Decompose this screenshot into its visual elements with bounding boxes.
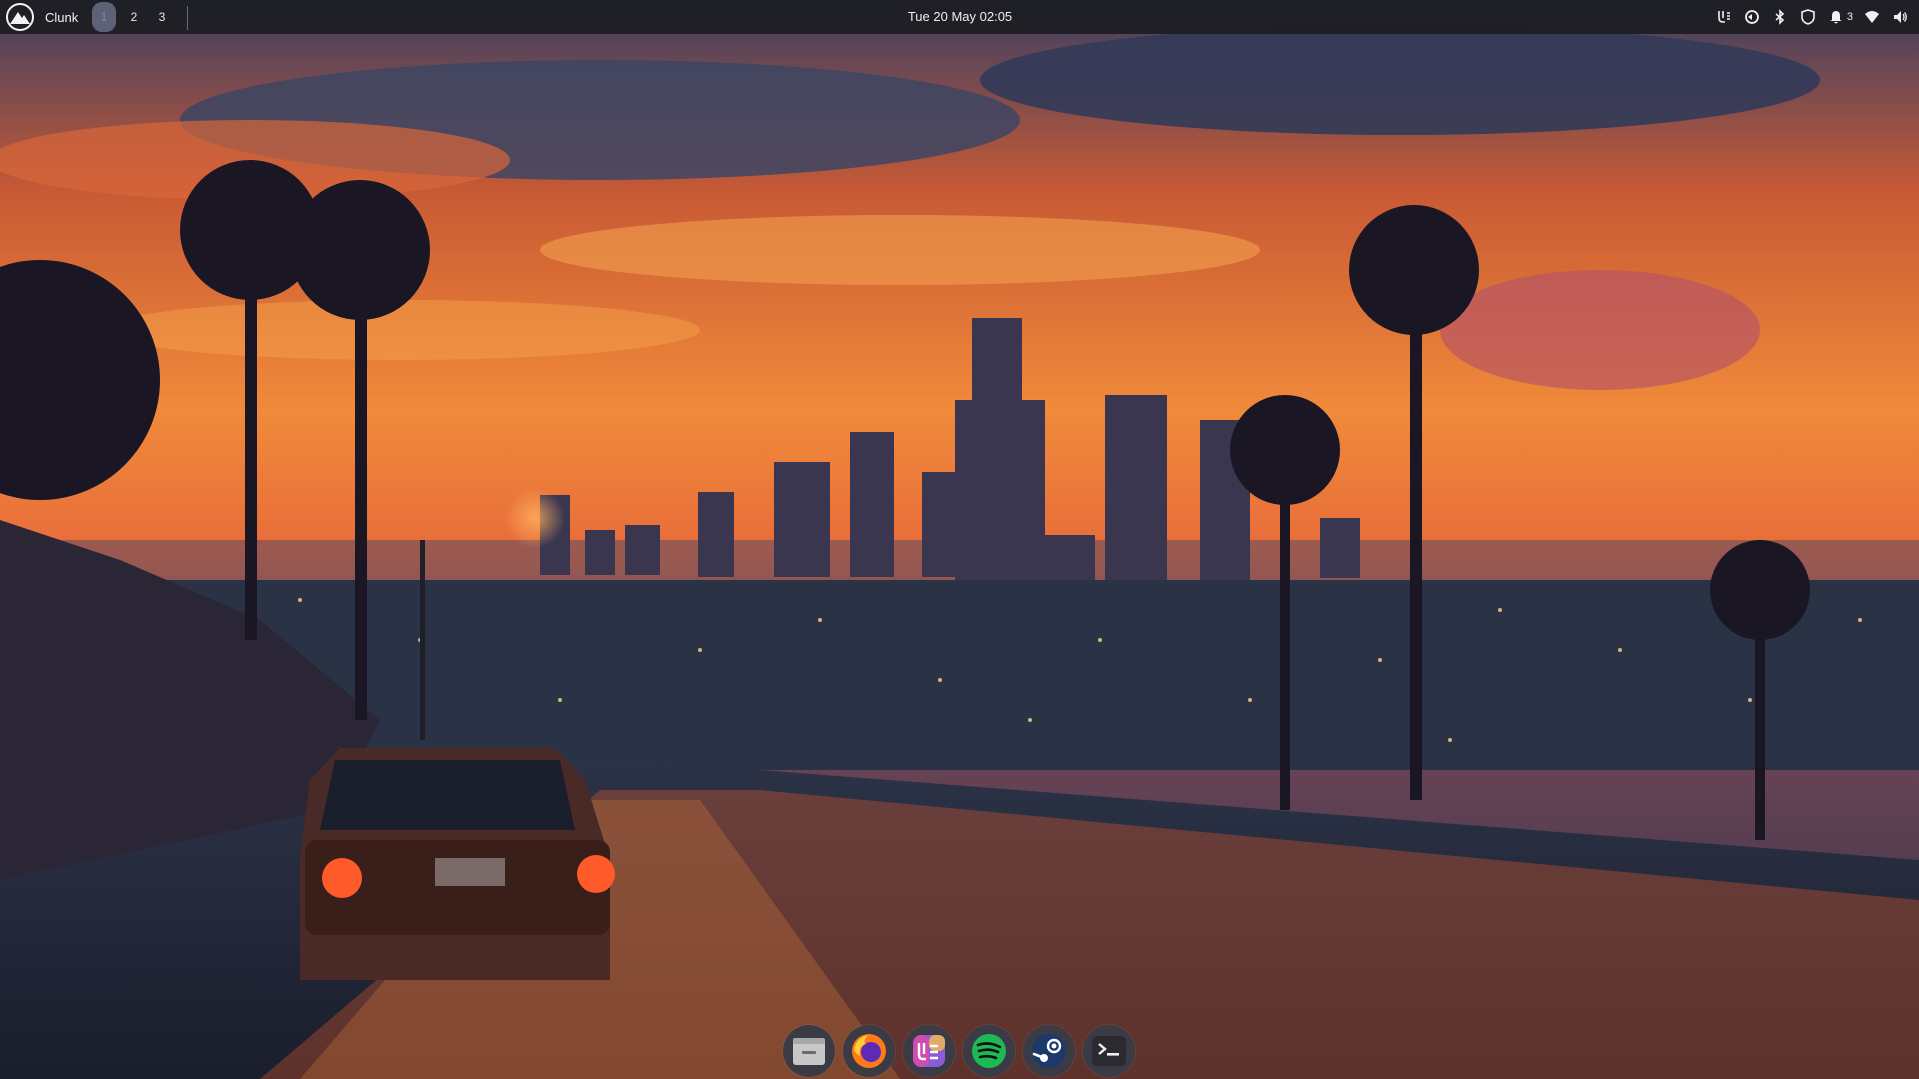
steam-icon [1032, 1033, 1066, 1068]
notification-count: 3 [1846, 11, 1853, 23]
panel-divider [187, 6, 188, 30]
files-icon [793, 1037, 825, 1065]
workspace-3-button[interactable]: 3 [148, 2, 176, 32]
wifi-icon[interactable] [1863, 8, 1881, 26]
editor-icon [913, 1034, 945, 1067]
workspace-2-button[interactable]: 2 [120, 2, 148, 32]
clock[interactable]: Tue 20 May 02:05 [880, 0, 1040, 34]
app-launcher[interactable]: Clunk [0, 0, 78, 34]
system-tray: 3 [1715, 0, 1909, 34]
top-panel: Clunk 1 2 3 Tue 20 May 02:05 3 [0, 0, 1919, 34]
dock-terminal-button[interactable] [1083, 1024, 1135, 1077]
shield-icon[interactable] [1799, 8, 1817, 26]
dock [772, 1022, 1146, 1079]
workspace-switcher: 1 2 3 [92, 0, 176, 34]
firefox-icon [852, 1033, 886, 1068]
mountain-logo-icon [6, 3, 34, 31]
dock-firefox-button[interactable] [843, 1024, 895, 1077]
spotify-icon [972, 1033, 1006, 1068]
dock-steam-button[interactable] [1023, 1024, 1075, 1077]
dock-spotify-button[interactable] [963, 1024, 1015, 1077]
dock-editor-button[interactable] [903, 1024, 955, 1077]
dock-files-button[interactable] [783, 1024, 835, 1077]
workspace-1-button[interactable]: 1 [92, 2, 116, 32]
app-tray-icon[interactable] [1715, 8, 1733, 26]
notification-bell-icon[interactable] [1827, 8, 1845, 26]
active-app-name: Clunk [45, 9, 79, 25]
volume-icon[interactable] [1891, 8, 1909, 26]
sync-icon[interactable] [1743, 8, 1761, 26]
desktop-wallpaper [0, 0, 1919, 1079]
bluetooth-icon[interactable] [1771, 8, 1789, 26]
terminal-icon [1092, 1035, 1126, 1066]
